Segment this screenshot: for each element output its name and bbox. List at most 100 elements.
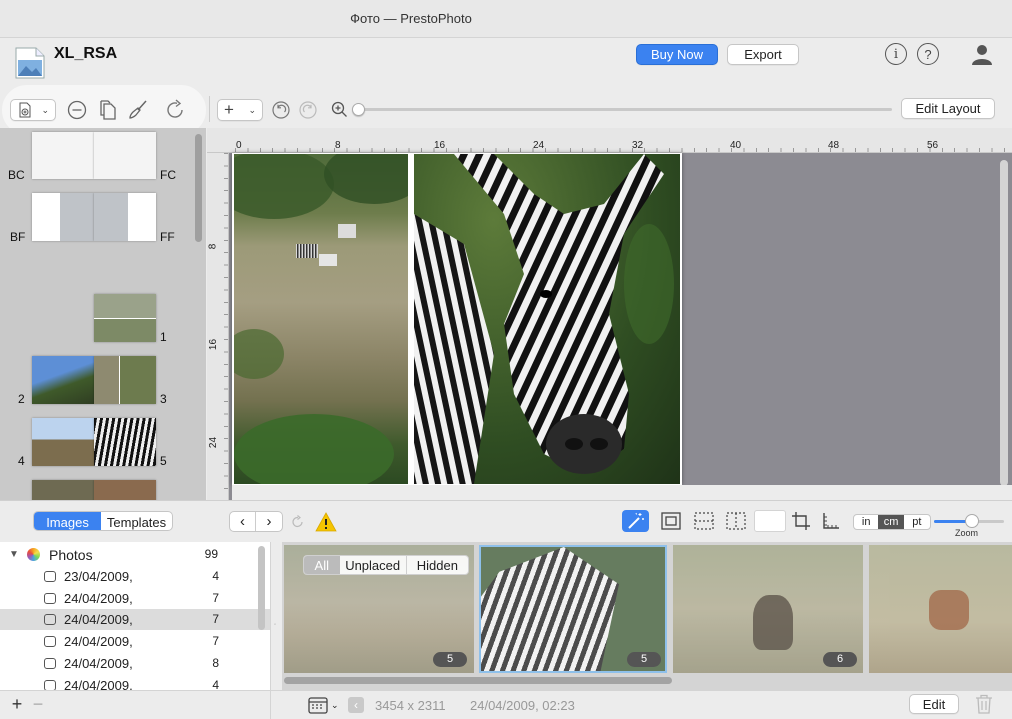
front-cover-thumb[interactable] bbox=[94, 132, 156, 179]
remove-page-button[interactable] bbox=[66, 99, 88, 121]
filter-hidden[interactable]: Hidden bbox=[407, 556, 468, 574]
unit-inches[interactable]: in bbox=[854, 515, 878, 529]
zoom-label: Zoom bbox=[955, 528, 979, 538]
user-avatar-icon[interactable] bbox=[970, 42, 994, 66]
edit-layout-button[interactable]: Edit Layout bbox=[901, 98, 995, 119]
edit-photo-button[interactable]: Edit bbox=[909, 694, 959, 714]
unit-centimeters[interactable]: cm bbox=[878, 515, 904, 529]
usage-count-badge: 5 bbox=[433, 652, 467, 667]
add-source-button[interactable]: + bbox=[8, 694, 26, 714]
next-page-button[interactable]: › bbox=[256, 512, 282, 531]
ruler-mark: 16 bbox=[434, 140, 446, 151]
unit-points[interactable]: pt bbox=[904, 515, 930, 529]
chevron-down-icon: ⌄ bbox=[41, 104, 49, 115]
page-3-thumb[interactable] bbox=[94, 356, 156, 404]
list-item-selected[interactable]: 24/04/2009, 7 bbox=[0, 609, 270, 630]
list-item-label: Photos bbox=[49, 547, 93, 563]
thumbnail-zoom-slider[interactable] bbox=[934, 514, 1004, 528]
list-item-label: 24/04/2009, bbox=[64, 612, 133, 627]
magic-wand-icon bbox=[627, 512, 644, 529]
canvas-zoom-thumb[interactable] bbox=[352, 103, 365, 116]
ruler-mark: 8 bbox=[335, 140, 341, 151]
chevron-down-icon: ⌄ bbox=[248, 104, 256, 115]
list-item-count: 4 bbox=[212, 569, 219, 583]
ruler-mark: 16 bbox=[208, 338, 220, 351]
usage-count-badge: 5 bbox=[627, 652, 661, 667]
image-dimensions: 3454 x 2311 bbox=[375, 698, 446, 713]
calendar-dropdown[interactable]: ⌄ bbox=[308, 696, 344, 714]
collapse-info-button[interactable]: ‹ bbox=[348, 697, 364, 713]
add-page-dropdown[interactable]: ⌄ bbox=[10, 99, 56, 121]
previous-page-button[interactable]: ‹ bbox=[230, 512, 257, 531]
page-4-thumb[interactable] bbox=[32, 418, 94, 466]
list-item-count: 4 bbox=[212, 678, 219, 690]
add-frame-dropdown[interactable]: + ⌄ bbox=[217, 99, 263, 121]
photo-source-list[interactable]: ▼ Photos 99 23/04/2009, 4 24/04/2009, 7 … bbox=[0, 542, 270, 690]
left-page-photo[interactable] bbox=[234, 154, 408, 484]
vertical-ruler: 8 16 24 bbox=[207, 153, 229, 500]
back-cover-thumb[interactable] bbox=[32, 132, 94, 179]
remove-source-button[interactable]: − bbox=[29, 694, 47, 714]
ruler-tool-button[interactable] bbox=[820, 510, 842, 532]
filter-all[interactable]: All bbox=[304, 556, 340, 574]
info-icon[interactable]: i bbox=[885, 43, 907, 65]
units-segmented-control: in cm pt bbox=[853, 514, 931, 530]
list-item-photos[interactable]: ▼ Photos 99 bbox=[0, 544, 270, 565]
panel-splitter[interactable]: ◦ bbox=[270, 542, 282, 690]
back-flap-thumb[interactable] bbox=[32, 193, 94, 241]
horizontal-ruler: 0 8 16 24 32 40 48 56 bbox=[207, 128, 1012, 153]
list-item-label: 24/04/2009, bbox=[64, 656, 133, 671]
list-item[interactable]: 24/04/2009, 7 bbox=[0, 588, 270, 609]
ruler-mark: 24 bbox=[208, 436, 220, 449]
canvas-vertical-scrollbar[interactable] bbox=[1000, 160, 1008, 486]
color-swatch-button[interactable] bbox=[754, 510, 786, 532]
photo-strip[interactable]: All Unplaced Hidden 5 5 6 bbox=[282, 542, 1012, 690]
tab-templates[interactable]: Templates bbox=[101, 512, 172, 530]
fit-frame-button[interactable] bbox=[659, 510, 683, 532]
help-icon[interactable]: ? bbox=[917, 43, 939, 65]
filter-unplaced[interactable]: Unplaced bbox=[340, 556, 407, 574]
front-flap-thumb[interactable] bbox=[94, 193, 156, 241]
right-page-photo[interactable] bbox=[414, 154, 680, 484]
redo-button[interactable] bbox=[298, 100, 318, 120]
warning-icon[interactable] bbox=[315, 512, 337, 532]
canvas-zoom-slider[interactable] bbox=[352, 103, 892, 117]
horizontal-grid-button[interactable] bbox=[692, 510, 716, 532]
auto-fill-button[interactable] bbox=[622, 510, 649, 532]
disclosure-triangle-icon[interactable]: ▼ bbox=[9, 549, 19, 560]
page-6-thumb[interactable] bbox=[32, 480, 94, 500]
trash-icon[interactable] bbox=[974, 693, 994, 715]
paint-brush-button[interactable] bbox=[126, 98, 150, 122]
page-list-scrollbar[interactable] bbox=[195, 134, 202, 242]
source-list-scrollbar[interactable] bbox=[258, 546, 265, 630]
buy-now-button[interactable]: Buy Now bbox=[636, 44, 718, 65]
list-item-count: 99 bbox=[204, 547, 218, 561]
page-list-panel[interactable]: BC FC BF FF 1 2 3 4 5 bbox=[0, 128, 206, 500]
list-item[interactable]: 24/04/2009, 8 bbox=[0, 653, 270, 674]
photo-thumb[interactable] bbox=[869, 545, 1012, 673]
canvas-horizontal-scrollbar[interactable] bbox=[232, 485, 1012, 500]
page-2-thumb[interactable] bbox=[32, 356, 94, 404]
page-label-2: 2 bbox=[18, 392, 25, 406]
tab-images[interactable]: Images bbox=[34, 512, 102, 530]
list-item[interactable]: 24/04/2009, 7 bbox=[0, 631, 270, 652]
toolbar-divider bbox=[209, 96, 210, 122]
thumbnail-zoom-thumb[interactable] bbox=[964, 514, 979, 528]
photo-strip-scrollbar[interactable] bbox=[284, 677, 672, 684]
ruler-mark: 40 bbox=[730, 140, 742, 151]
list-item[interactable]: 23/04/2009, 4 bbox=[0, 566, 270, 587]
list-item[interactable]: 24/04/2009, 4 bbox=[0, 675, 270, 690]
page-5-thumb[interactable] bbox=[94, 418, 156, 466]
vertical-grid-button[interactable] bbox=[724, 510, 748, 532]
copy-page-button[interactable] bbox=[97, 98, 119, 122]
ruler-icon bbox=[823, 513, 839, 529]
rotate-button[interactable] bbox=[164, 98, 188, 122]
list-item-label: 24/04/2009, bbox=[64, 678, 133, 690]
crop-button[interactable] bbox=[790, 510, 812, 532]
page-label-bf: BF bbox=[10, 230, 26, 244]
refresh-icon[interactable] bbox=[290, 514, 306, 530]
page-7-thumb[interactable] bbox=[94, 480, 156, 500]
export-button[interactable]: Export bbox=[727, 44, 799, 65]
page-1-thumb[interactable] bbox=[94, 294, 156, 342]
undo-button[interactable] bbox=[271, 100, 291, 120]
